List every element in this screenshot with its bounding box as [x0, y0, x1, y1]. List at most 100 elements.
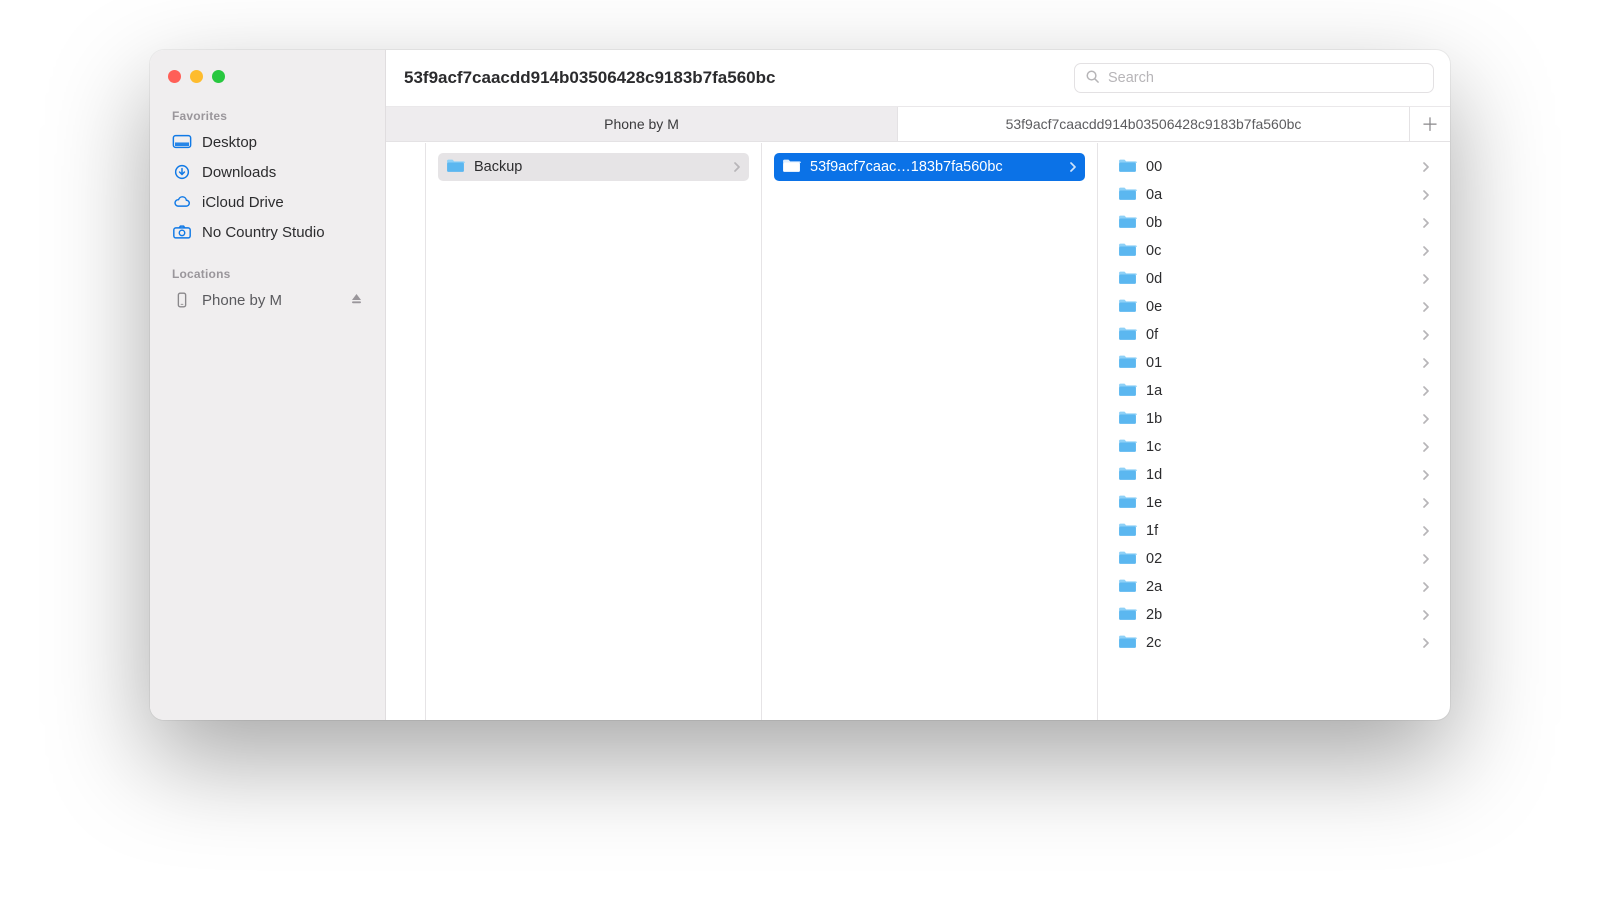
chevron-right-icon	[1422, 299, 1430, 315]
folder-row[interactable]: 0c	[1110, 237, 1438, 265]
folder-icon	[1118, 270, 1137, 289]
camera-icon	[172, 223, 192, 241]
folder-icon	[1118, 410, 1137, 429]
column-1[interactable]: Backup	[426, 143, 762, 720]
folder-icon	[782, 158, 801, 177]
folder-label: 02	[1146, 551, 1413, 567]
folder-row[interactable]: 0e	[1110, 293, 1438, 321]
minimize-window-button[interactable]	[190, 70, 203, 83]
chevron-right-icon	[1069, 159, 1077, 175]
column-3[interactable]: 00 0a 0b 0c0d 0e 0f 01 1a 1b 1c 1d 1e 1f 02 2a 2b 2c	[1098, 143, 1450, 720]
folder-row[interactable]: 2a	[1110, 573, 1438, 601]
sidebar-item-label: Desktop	[202, 134, 257, 151]
sidebar: Favorites Desktop Downloads iCloud Drive	[150, 50, 386, 720]
sidebar-item-downloads[interactable]: Downloads	[162, 157, 373, 187]
folder-row[interactable]: 1a	[1110, 377, 1438, 405]
folder-row[interactable]: 1d	[1110, 461, 1438, 489]
folder-icon	[1118, 186, 1137, 205]
folder-icon	[1118, 214, 1137, 233]
download-icon	[172, 163, 192, 181]
chevron-right-icon	[1422, 355, 1430, 371]
folder-icon	[1118, 326, 1137, 345]
tab-label: Phone by M	[604, 116, 679, 132]
new-tab-button[interactable]: ＋	[1410, 107, 1450, 141]
eject-icon[interactable]	[350, 292, 363, 309]
folder-label: 0e	[1146, 299, 1413, 315]
column-2[interactable]: 53f9acf7caac…183b7fa560bc	[762, 143, 1098, 720]
folder-row[interactable]: Backup	[438, 153, 749, 181]
main-area: 53f9acf7caacdd914b03506428c9183b7fa560bc…	[386, 50, 1450, 720]
chevron-right-icon	[1422, 327, 1430, 343]
folder-icon	[1118, 606, 1137, 625]
folder-label: 1b	[1146, 411, 1413, 427]
sidebar-item-label: Downloads	[202, 164, 276, 181]
chevron-right-icon	[1422, 551, 1430, 567]
folder-label: 00	[1146, 159, 1413, 175]
tab-label: 53f9acf7caacdd914b03506428c9183b7fa560bc	[1006, 116, 1302, 132]
folder-row[interactable]: 0d	[1110, 265, 1438, 293]
search-input[interactable]	[1108, 70, 1423, 86]
chevron-right-icon	[1422, 579, 1430, 595]
folder-icon	[1118, 354, 1137, 373]
folder-label: 1e	[1146, 495, 1413, 511]
chevron-right-icon	[1422, 523, 1430, 539]
folder-row[interactable]: 00	[1110, 153, 1438, 181]
folder-icon	[1118, 382, 1137, 401]
sidebar-item-phone-by-m[interactable]: Phone by M	[162, 285, 373, 315]
chevron-right-icon	[1422, 411, 1430, 427]
phone-icon	[172, 291, 192, 309]
cloud-icon	[172, 193, 192, 211]
folder-icon	[1118, 634, 1137, 653]
folder-label: 2a	[1146, 579, 1413, 595]
window-title: 53f9acf7caacdd914b03506428c9183b7fa560bc	[404, 68, 1058, 88]
chevron-right-icon	[1422, 495, 1430, 511]
folder-row[interactable]: 1f	[1110, 517, 1438, 545]
folder-label: 1f	[1146, 523, 1413, 539]
search-field[interactable]	[1074, 63, 1434, 93]
folder-label: 0b	[1146, 215, 1413, 231]
folder-icon	[1118, 298, 1137, 317]
chevron-right-icon	[1422, 215, 1430, 231]
zoom-window-button[interactable]	[212, 70, 225, 83]
folder-label: 1c	[1146, 439, 1413, 455]
chevron-right-icon	[1422, 607, 1430, 623]
folder-label: 1d	[1146, 467, 1413, 483]
folder-row[interactable]: 0a	[1110, 181, 1438, 209]
sidebar-item-label: No Country Studio	[202, 224, 325, 241]
plus-icon: ＋	[1421, 111, 1439, 137]
folder-label: 01	[1146, 355, 1413, 371]
sidebar-item-label: Phone by M	[202, 292, 282, 309]
chevron-right-icon	[1422, 159, 1430, 175]
folder-row[interactable]: 0b	[1110, 209, 1438, 237]
folder-icon	[1118, 466, 1137, 485]
chevron-right-icon	[733, 159, 741, 175]
folder-label: 0f	[1146, 327, 1413, 343]
close-window-button[interactable]	[168, 70, 181, 83]
folder-row[interactable]: 0f	[1110, 321, 1438, 349]
folder-row[interactable]: 2c	[1110, 629, 1438, 657]
folder-row[interactable]: 01	[1110, 349, 1438, 377]
folder-icon	[1118, 242, 1137, 261]
search-icon	[1085, 69, 1100, 88]
folder-label: 1a	[1146, 383, 1413, 399]
folder-row[interactable]: 1b	[1110, 405, 1438, 433]
tab-phone-by-m[interactable]: Phone by M	[386, 107, 898, 141]
sidebar-section-favorites: Favorites	[162, 103, 373, 127]
sidebar-item-icloud-drive[interactable]: iCloud Drive	[162, 187, 373, 217]
folder-label: Backup	[474, 159, 724, 175]
folder-label: 2c	[1146, 635, 1413, 651]
folder-icon	[1118, 522, 1137, 541]
folder-icon	[1118, 494, 1137, 513]
folder-icon	[1118, 158, 1137, 177]
folder-row[interactable]: 1e	[1110, 489, 1438, 517]
folder-row[interactable]: 02	[1110, 545, 1438, 573]
sidebar-item-desktop[interactable]: Desktop	[162, 127, 373, 157]
chevron-right-icon	[1422, 439, 1430, 455]
column-0-spacer	[386, 143, 426, 720]
folder-row[interactable]: 53f9acf7caac…183b7fa560bc	[774, 153, 1085, 181]
sidebar-item-no-country-studio[interactable]: No Country Studio	[162, 217, 373, 247]
folder-row[interactable]: 2b	[1110, 601, 1438, 629]
tab-hash-folder[interactable]: 53f9acf7caacdd914b03506428c9183b7fa560bc	[898, 107, 1410, 141]
chevron-right-icon	[1422, 383, 1430, 399]
folder-row[interactable]: 1c	[1110, 433, 1438, 461]
